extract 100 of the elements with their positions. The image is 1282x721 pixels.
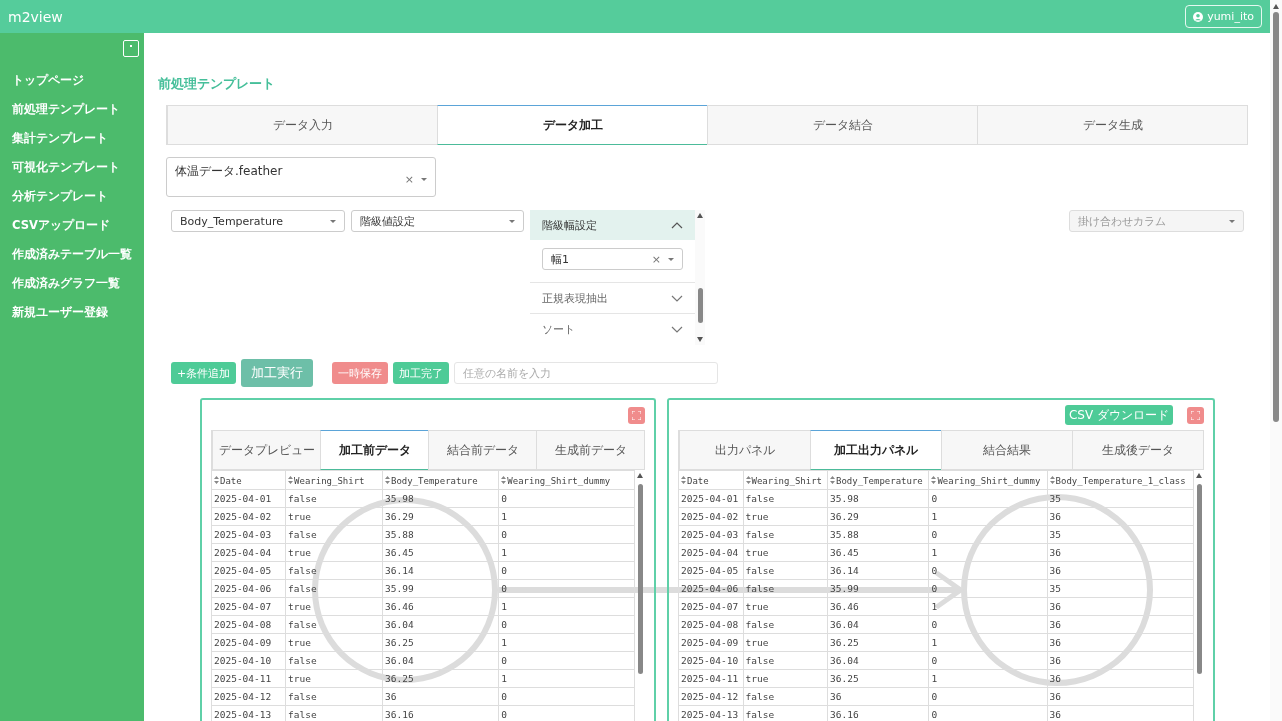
table-cell: 0 bbox=[498, 651, 635, 670]
column-header[interactable]: Date bbox=[687, 475, 709, 486]
sort-icon[interactable] bbox=[931, 476, 937, 485]
scroll-up-icon[interactable] bbox=[697, 213, 703, 218]
tab[interactable]: 結合前データ bbox=[428, 431, 536, 469]
table-cell: 2025-04-10 bbox=[678, 651, 744, 670]
sort-icon[interactable] bbox=[288, 476, 294, 485]
clear-icon[interactable]: × bbox=[404, 174, 414, 185]
table-cell: 36.16 bbox=[382, 705, 499, 721]
table-cell: 36 bbox=[1047, 705, 1194, 721]
sort-icon[interactable] bbox=[681, 476, 686, 485]
scrollbar-thumb[interactable] bbox=[1273, 12, 1279, 422]
table-cell: 36 bbox=[1047, 597, 1194, 616]
table-cell: 0 bbox=[498, 579, 635, 598]
sort-icon[interactable] bbox=[745, 476, 751, 485]
tab[interactable]: データ生成 bbox=[977, 106, 1247, 144]
tab[interactable]: データ結合 bbox=[707, 106, 977, 144]
dropdown-caret-icon bbox=[421, 178, 427, 181]
sort-icon[interactable] bbox=[214, 476, 219, 485]
tab[interactable]: 生成前データ bbox=[536, 431, 644, 469]
table-cell: 36 bbox=[827, 687, 929, 706]
table-cell: 2025-04-13 bbox=[678, 705, 744, 721]
scroll-up-icon[interactable] bbox=[1196, 473, 1202, 478]
table-cell: 2025-04-12 bbox=[211, 687, 286, 706]
table-cell: false bbox=[743, 651, 828, 670]
table-cell: 0 bbox=[498, 561, 635, 580]
table-cell: 36 bbox=[382, 687, 499, 706]
table-cell: 36.04 bbox=[827, 651, 929, 670]
expand-icon bbox=[1191, 410, 1200, 420]
table-cell: false bbox=[743, 687, 828, 706]
tab[interactable]: データ加工 bbox=[437, 105, 707, 145]
table-cell: false bbox=[285, 615, 383, 634]
table-cell: 2025-04-06 bbox=[678, 579, 744, 598]
select-field[interactable]: 幅1 × bbox=[542, 248, 683, 270]
table-cell: 2025-04-03 bbox=[678, 525, 744, 544]
column-header[interactable]: Date bbox=[220, 475, 242, 486]
accordion-header[interactable]: 階級幅設定 bbox=[530, 210, 695, 240]
expand-button[interactable] bbox=[1187, 406, 1204, 424]
table-cell: 36.04 bbox=[827, 615, 929, 634]
select-field[interactable]: 階級値設定 bbox=[351, 210, 524, 232]
scroll-up-icon[interactable] bbox=[1273, 4, 1279, 9]
table-cell: 2025-04-12 bbox=[678, 687, 744, 706]
table-cell: 36 bbox=[1047, 615, 1194, 634]
sort-icon[interactable] bbox=[1049, 476, 1055, 485]
table-cell: 35.99 bbox=[382, 579, 499, 598]
table-cell: 2025-04-02 bbox=[678, 507, 744, 526]
name-input-field[interactable]: 任意の名前を入力 bbox=[454, 362, 719, 384]
app-title: m2view bbox=[8, 8, 63, 25]
table-cell: false bbox=[743, 615, 828, 634]
table-cell: false bbox=[285, 579, 383, 598]
expand-button[interactable] bbox=[628, 406, 645, 424]
dropdown-caret-icon bbox=[509, 219, 515, 223]
chevron-icon bbox=[671, 325, 683, 333]
table-cell: 2025-04-08 bbox=[211, 615, 286, 634]
scrollbar[interactable] bbox=[695, 210, 705, 345]
sidebar-collapse-button[interactable] bbox=[123, 40, 139, 57]
table-cell: 0 bbox=[928, 561, 1048, 580]
table-cell: 2025-04-11 bbox=[211, 669, 286, 688]
table-cell: 35.88 bbox=[382, 525, 499, 544]
table-cell: false bbox=[743, 525, 828, 544]
tab[interactable]: 加工出力パネル bbox=[810, 430, 941, 470]
table-cell: 0 bbox=[498, 687, 635, 706]
tab[interactable]: 結合結果 bbox=[941, 431, 1072, 469]
table-cell: 35.88 bbox=[827, 525, 929, 544]
table-cell: true bbox=[285, 669, 383, 688]
sort-icon[interactable] bbox=[830, 476, 836, 485]
table-cell: 36.25 bbox=[827, 633, 929, 652]
table-cell: true bbox=[285, 543, 383, 562]
accordion-title: 正規表現抽出 bbox=[542, 290, 608, 306]
scroll-down-icon[interactable] bbox=[697, 337, 703, 342]
table-cell: 2025-04-13 bbox=[211, 705, 286, 721]
tab[interactable]: 加工前データ bbox=[320, 430, 428, 470]
table-cell: 1 bbox=[498, 633, 635, 652]
table-cell: true bbox=[285, 597, 383, 616]
table-cell: true bbox=[743, 633, 828, 652]
table-cell: 1 bbox=[498, 669, 635, 688]
user-icon bbox=[1193, 11, 1204, 22]
tab[interactable]: 生成後データ bbox=[1072, 431, 1203, 469]
select-field[interactable]: Body_Temperature bbox=[171, 210, 345, 232]
table-cell: 36.25 bbox=[382, 669, 499, 688]
page-title: 前処理テンプレート bbox=[158, 76, 275, 92]
sort-icon[interactable] bbox=[385, 476, 390, 485]
clear-icon[interactable]: × bbox=[651, 253, 661, 265]
table-cell: false bbox=[285, 651, 383, 670]
table-cell: 1 bbox=[928, 633, 1048, 652]
scroll-up-icon[interactable] bbox=[637, 473, 643, 478]
table-cell: 36 bbox=[1047, 561, 1194, 580]
table-cell: 36.25 bbox=[827, 669, 929, 688]
table-cell: 2025-04-08 bbox=[678, 615, 744, 634]
table-cell: 0 bbox=[928, 687, 1048, 706]
table-cell: 2025-04-01 bbox=[678, 489, 744, 508]
table-cell: 35 bbox=[1047, 525, 1194, 544]
sort-icon[interactable] bbox=[501, 476, 507, 485]
table-cell: false bbox=[285, 687, 383, 706]
dropdown-caret-icon bbox=[1229, 219, 1235, 223]
table-cell: false bbox=[285, 525, 383, 544]
table-cell: 0 bbox=[498, 489, 635, 508]
select-field[interactable]: 体温データ.feather × bbox=[166, 157, 436, 197]
accordion-title: ソート bbox=[542, 321, 575, 337]
table-cell: 0 bbox=[928, 615, 1048, 634]
